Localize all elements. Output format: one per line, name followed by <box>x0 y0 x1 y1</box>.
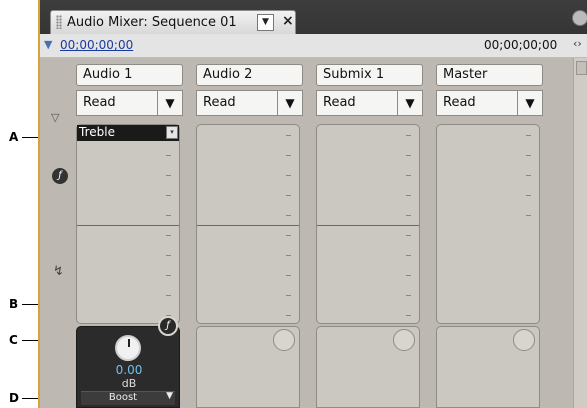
callout-d: D <box>9 391 19 405</box>
send-knob[interactable] <box>393 329 415 351</box>
channel-name[interactable]: Submix 1 <box>316 64 423 86</box>
effect-slot-treble[interactable]: Treble ▾ <box>77 125 179 141</box>
effect-value: 0.00 <box>115 363 143 377</box>
effects-area[interactable] <box>196 124 300 324</box>
tab-menu-button[interactable]: ▼ <box>257 14 274 31</box>
audio-mixer-panel: Audio Mixer: Sequence 01 ▼ × ▼ 00;00;00;… <box>38 0 587 408</box>
chevron-down-icon[interactable]: ▼ <box>277 91 302 115</box>
tab-close-button[interactable]: × <box>282 13 294 29</box>
send-knob[interactable] <box>273 329 295 351</box>
effects-area: Treble ▾ <box>76 124 180 324</box>
automation-mode-value: Read <box>83 95 116 110</box>
effects-area[interactable] <box>436 124 540 324</box>
send-knob[interactable] <box>513 329 535 351</box>
chevron-down-icon: ▼ <box>166 391 173 401</box>
send-area[interactable] <box>196 326 300 408</box>
effect-parameter-select[interactable]: Boost ▼ <box>81 391 175 405</box>
mixer-sidebar: ▽ ƒ ↯ <box>40 58 72 408</box>
chevron-down-icon[interactable]: ▼ <box>397 91 422 115</box>
channel-audio-1: Audio 1 Read ▼ Treble ▾ 0.00 dB Boost ▼ … <box>72 58 184 408</box>
effect-knob[interactable] <box>115 335 141 361</box>
chevron-down-icon[interactable]: ▼ <box>157 91 182 115</box>
effect-bypass-icon[interactable]: ƒ <box>158 316 178 336</box>
panel-menu-icon[interactable] <box>572 10 587 26</box>
callout-c: C <box>9 333 18 347</box>
effect-slot-label: Treble <box>79 125 115 139</box>
tab-grip-icon[interactable] <box>56 15 62 29</box>
channel-name[interactable]: Audio 1 <box>76 64 183 86</box>
panel-tab-bar: Audio Mixer: Sequence 01 ▼ × <box>40 0 587 34</box>
effects-disclosure-icon[interactable]: ▽ <box>51 111 59 124</box>
effects-sends-divider <box>197 225 299 226</box>
timecode-triangle-icon: ▼ <box>44 38 53 51</box>
automation-mode-select[interactable]: Read ▼ <box>196 90 303 116</box>
effect-parameter-label: Boost <box>108 392 138 403</box>
tab-audio-mixer[interactable]: Audio Mixer: Sequence 01 ▼ × <box>50 10 296 34</box>
mixer-content: ▽ ƒ ↯ Audio 1 Read ▼ Treble ▾ 0.00 dB Bo… <box>40 58 587 408</box>
effect-slot-dropdown[interactable]: ▾ <box>166 126 178 139</box>
sends-icon: ↯ <box>53 264 64 279</box>
channel-master: Master Read ▼ <box>432 58 544 408</box>
effects-sends-divider <box>77 225 179 226</box>
duration-timecode: 00;00;00;00 <box>484 38 558 52</box>
effect-parameter-control: 0.00 dB Boost ▼ <box>76 326 180 408</box>
effects-fx-icon: ƒ <box>52 168 68 184</box>
callout-b: B <box>9 297 19 311</box>
automation-mode-select[interactable]: Read ▼ <box>316 90 423 116</box>
current-timecode[interactable]: 00;00;00;00 <box>60 38 133 52</box>
channel-submix-1: Submix 1 Read ▼ <box>312 58 424 408</box>
scroll-up-button[interactable] <box>576 61 587 75</box>
effect-unit: dB <box>121 377 137 390</box>
automation-mode-value: Read <box>203 95 236 110</box>
tab-title: Audio Mixer: Sequence 01 <box>67 15 237 30</box>
channel-name[interactable]: Master <box>436 64 543 86</box>
send-area[interactable] <box>436 326 540 408</box>
effects-area[interactable] <box>316 124 420 324</box>
automation-mode-value: Read <box>443 95 476 110</box>
channel-audio-2: Audio 2 Read ▼ <box>192 58 304 408</box>
callout-a: A <box>9 130 19 144</box>
timecode-bar: ▼ 00;00;00;00 00;00;00;00 ‹› <box>40 34 587 58</box>
automation-mode-select[interactable]: Read ▼ <box>76 90 183 116</box>
chevron-down-icon[interactable]: ▼ <box>517 91 542 115</box>
expand-icon[interactable]: ‹› <box>573 37 582 50</box>
automation-mode-value: Read <box>323 95 356 110</box>
vertical-scrollbar[interactable] <box>573 58 587 408</box>
effects-sends-divider <box>317 225 419 226</box>
automation-mode-select[interactable]: Read ▼ <box>436 90 543 116</box>
send-area[interactable] <box>316 326 420 408</box>
channel-name[interactable]: Audio 2 <box>196 64 303 86</box>
